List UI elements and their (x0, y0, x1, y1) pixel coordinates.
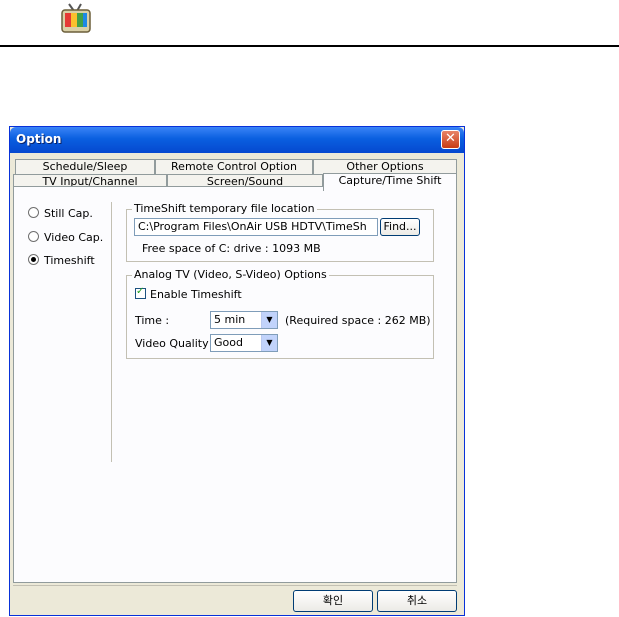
timeshift-location-group: TimeShift temporary file location C:\Pro… (126, 202, 434, 262)
group-title: Analog TV (Video, S-Video) Options (132, 268, 329, 281)
quality-value: Good (214, 336, 243, 349)
radio-timeshift[interactable]: Timeshift (28, 254, 95, 268)
tab-schedule-sleep[interactable]: Schedule/Sleep (15, 159, 155, 175)
time-value: 5 min (214, 313, 246, 326)
radio-still-cap[interactable]: Still Cap. (28, 207, 93, 221)
checkbox-label: Enable Timeshift (150, 288, 242, 301)
time-label: Time : (135, 314, 170, 327)
footer-divider (13, 585, 457, 586)
time-select[interactable]: 5 min ▼ (210, 311, 278, 329)
title-bar[interactable]: Option ✕ (10, 127, 464, 153)
free-space-text: Free space of C: drive : 1093 MB (142, 242, 321, 255)
analog-options-group: Analog TV (Video, S-Video) Options Enabl… (126, 268, 434, 359)
radio-circle-icon (28, 231, 39, 242)
tab-label: Other Options (346, 160, 424, 173)
tab-panel: Still Cap. Video Cap. Timeshift TimeShif… (13, 186, 457, 583)
radio-video-cap[interactable]: Video Cap. (28, 231, 103, 245)
radio-label: Video Cap. (44, 231, 104, 244)
radio-label: Still Cap. (44, 207, 93, 220)
tab-label: Remote Control Option (171, 160, 297, 173)
tab-capture-time-shift[interactable]: Capture/Time Shift (323, 173, 457, 191)
checkbox-checked-icon (135, 286, 146, 299)
video-quality-label: Video Quality : (135, 337, 216, 350)
tv-icon (61, 3, 91, 33)
radio-label: Timeshift (44, 254, 95, 267)
radio-selected-icon (28, 254, 39, 265)
video-quality-select[interactable]: Good ▼ (210, 334, 278, 352)
enable-timeshift-checkbox[interactable]: Enable Timeshift (135, 286, 242, 301)
chevron-down-icon: ▼ (261, 335, 277, 351)
cancel-button[interactable]: 취소 (377, 590, 457, 612)
tab-label: Capture/Time Shift (338, 174, 442, 187)
option-dialog: Option ✕ Schedule/Sleep Remote Control O… (9, 126, 465, 616)
dialog-title: Option (16, 132, 62, 146)
radio-circle-icon (28, 207, 39, 218)
ok-button[interactable]: 확인 (293, 590, 373, 612)
chevron-down-icon: ▼ (261, 312, 277, 328)
close-button[interactable]: ✕ (441, 130, 460, 149)
required-space-text: (Required space : 262 MB) (285, 314, 431, 327)
tab-remote-control-option[interactable]: Remote Control Option (155, 159, 313, 175)
path-input[interactable]: C:\Program Files\OnAir USB HDTV\TimeSh (134, 218, 378, 236)
vertical-divider (111, 202, 112, 462)
group-title: TimeShift temporary file location (132, 202, 317, 215)
header-divider (0, 45, 619, 47)
find-button[interactable]: Find... (380, 218, 420, 236)
tab-label: Schedule/Sleep (42, 160, 128, 173)
close-icon: ✕ (445, 131, 456, 146)
